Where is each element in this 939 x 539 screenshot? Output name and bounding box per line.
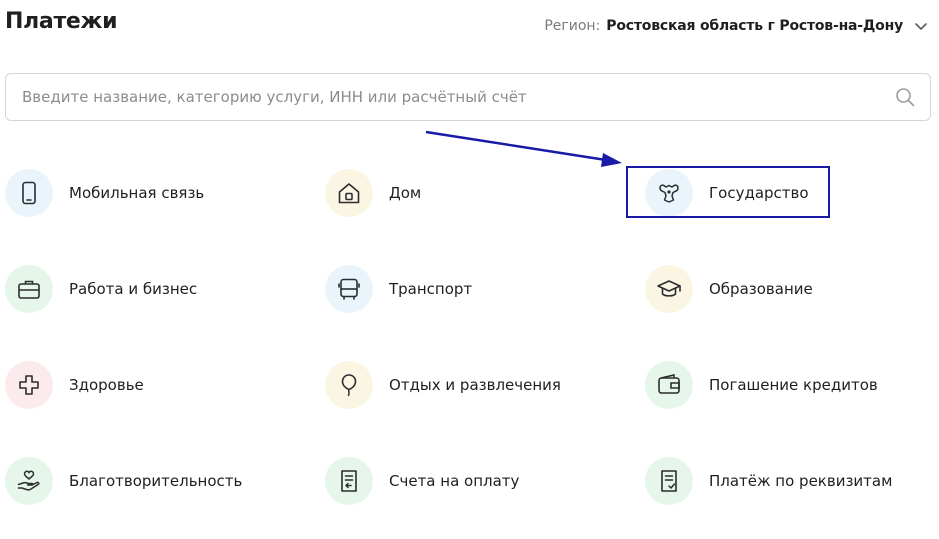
category-label: Счета на оплату [389,472,520,490]
category-label: Благотворительность [69,472,243,490]
category-health[interactable]: Здоровье [5,361,144,409]
category-requisites-payment[interactable]: Платёж по реквизитам [645,457,892,505]
graduation-cap-icon [645,265,693,313]
search-icon[interactable] [894,86,916,108]
category-business[interactable]: Работа и бизнес [5,265,197,313]
category-grid: Мобильная связь Дом Государство Работа и… [5,169,935,505]
annotation-highlight-box [626,166,830,218]
chevron-down-icon [915,23,927,30]
invoice-icon [325,457,373,505]
medical-cross-icon [5,361,53,409]
category-mobile[interactable]: Мобильная связь [5,169,204,217]
category-label: Работа и бизнес [69,280,198,298]
category-label: Транспорт [389,280,473,298]
category-label: Погашение кредитов [709,376,878,394]
category-education[interactable]: Образование [645,265,813,313]
document-check-icon [645,457,693,505]
wallet-icon [645,361,693,409]
search-box [5,73,931,121]
category-leisure[interactable]: Отдых и развлечения [325,361,561,409]
category-label: Образование [709,280,813,298]
balloon-icon [325,361,373,409]
category-invoices[interactable]: Счета на оплату [325,457,519,505]
region-selector[interactable]: Регион: Ростовская область г Ростов-на-Д… [544,18,929,34]
region-label: Регион: [544,18,601,34]
category-label: Платёж по реквизитам [709,472,893,490]
category-label: Дом [389,184,422,202]
bus-icon [325,265,373,313]
charity-heart-hand-icon [5,457,53,505]
category-label: Отдых и развлечения [389,376,561,394]
briefcase-icon [5,265,53,313]
page-title: Платежи [5,9,118,34]
house-icon [325,169,373,217]
mobile-phone-icon [5,169,53,217]
category-loans[interactable]: Погашение кредитов [645,361,878,409]
category-label: Здоровье [69,376,144,394]
category-home[interactable]: Дом [325,169,421,217]
category-label: Мобильная связь [69,184,205,202]
region-value: Ростовская область г Ростов-на-Дону [606,18,903,34]
category-transport[interactable]: Транспорт [325,265,472,313]
category-charity[interactable]: Благотворительность [5,457,242,505]
search-input[interactable] [6,74,894,120]
